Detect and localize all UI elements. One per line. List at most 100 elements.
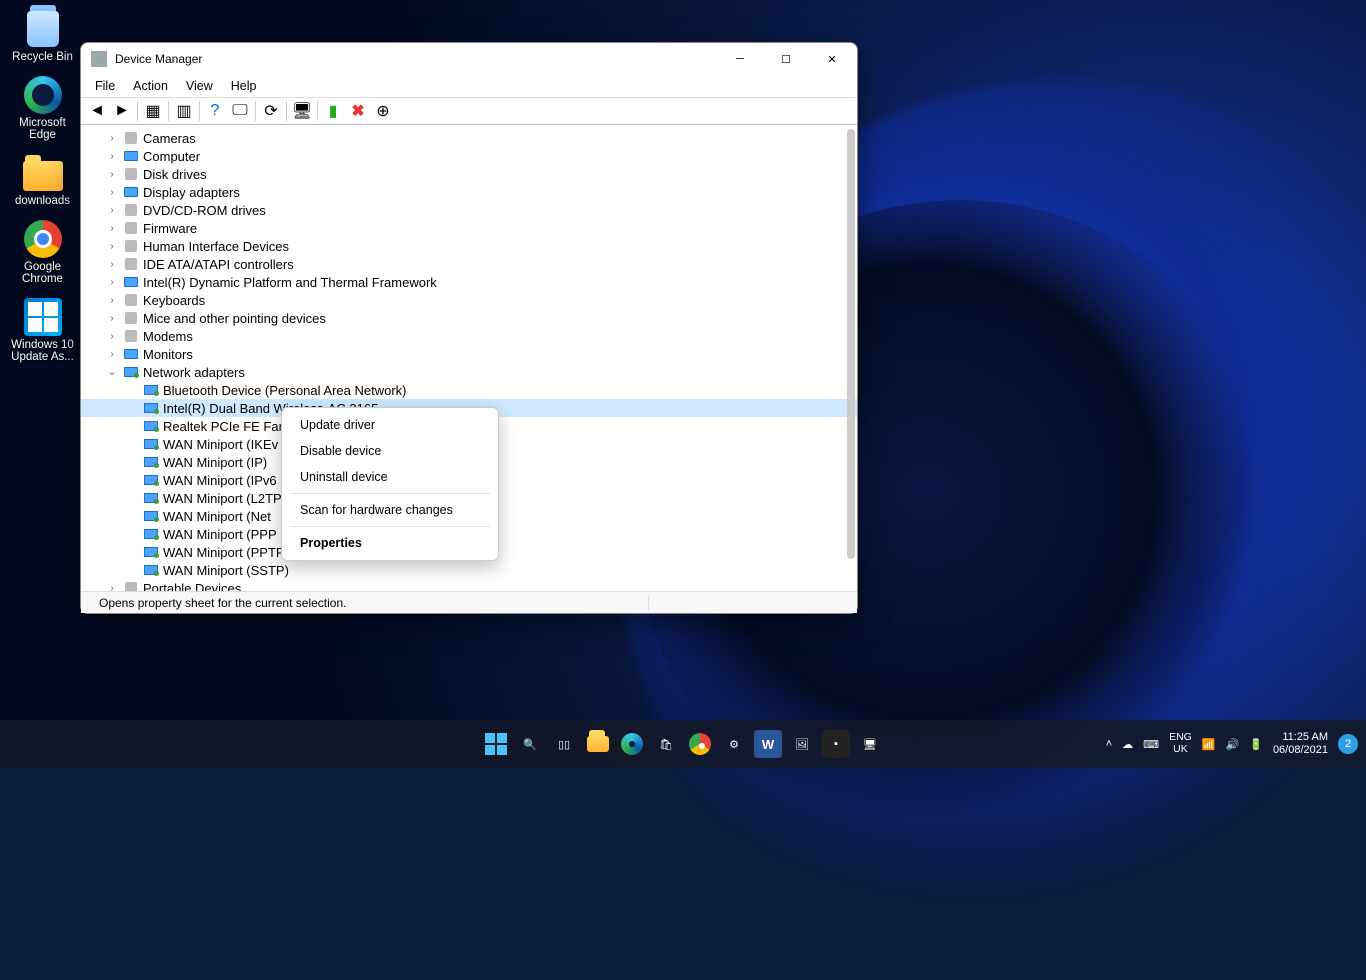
properties-button[interactable]: ▥ <box>172 99 196 123</box>
tree-node-label: WAN Miniport (L2TP <box>163 491 282 506</box>
tray-chevron-icon[interactable]: ˄ <box>1106 738 1112 750</box>
chevron-right-icon[interactable]: › <box>105 223 119 234</box>
terminal-button[interactable]: ▪ <box>822 730 850 758</box>
taskview-button[interactable]: ▯▯ <box>550 730 578 758</box>
desktop-icon-edge[interactable]: Microsoft Edge <box>5 71 80 149</box>
menu-view[interactable]: View <box>178 77 221 95</box>
word-button[interactable]: W <box>754 730 782 758</box>
tree-node[interactable]: › Cameras <box>81 129 857 147</box>
tree-node[interactable]: › Human Interface Devices <box>81 237 857 255</box>
edge-taskbar-button[interactable] <box>618 730 646 758</box>
device-manager-taskbar-button[interactable]: 🖥 <box>856 730 884 758</box>
tree-node[interactable]: ›Computer <box>81 147 857 165</box>
store-button[interactable]: 🛍 <box>652 730 680 758</box>
gen-icon <box>123 131 139 145</box>
start-button[interactable] <box>482 730 510 758</box>
tree-node[interactable]: ›Firmware <box>81 219 857 237</box>
device-tree[interactable]: ›Cameras›Computer›Disk drives›Display ad… <box>81 125 857 591</box>
onedrive-icon[interactable]: ☁ <box>1122 738 1133 751</box>
context-menu-item[interactable]: Update driver <box>282 412 498 438</box>
context-menu-item[interactable]: Scan for hardware changes <box>282 497 498 523</box>
tree-node[interactable]: ›Modems <box>81 327 857 345</box>
explorer-button[interactable] <box>584 730 612 758</box>
tree-child-node[interactable]: WAN Miniport (SSTP) <box>81 561 857 579</box>
close-button[interactable]: ✕ <box>809 43 855 75</box>
context-menu-item[interactable]: Uninstall device <box>282 464 498 490</box>
tree-node-label: Network adapters <box>143 365 245 380</box>
tree-node[interactable]: ›Keyboards <box>81 291 857 309</box>
keyboard-icon[interactable]: ⌨ <box>1143 738 1159 751</box>
chevron-right-icon[interactable]: › <box>105 583 119 592</box>
chrome-taskbar-button[interactable] <box>686 730 714 758</box>
chevron-right-icon[interactable]: › <box>105 277 119 288</box>
help-button[interactable]: ? <box>203 99 227 123</box>
desktop-icon-label: Windows 10 Update As... <box>5 339 80 363</box>
monitor-button[interactable]: 🖵 <box>228 99 252 123</box>
minimize-button[interactable]: ─ <box>717 43 763 75</box>
desktop-icon-chrome[interactable]: Google Chrome <box>5 215 80 293</box>
tree-node-label: Cameras <box>143 131 196 146</box>
tree-node[interactable]: ›Mice and other pointing devices <box>81 309 857 327</box>
clock-time: 11:25 AM <box>1273 731 1328 744</box>
desktop-icon-recycle-bin[interactable]: Recycle Bin <box>5 5 80 71</box>
enable-device-button[interactable]: ▮ <box>321 99 345 123</box>
settings-button[interactable]: ⚙ <box>720 730 748 758</box>
menu-action[interactable]: Action <box>125 77 176 95</box>
chevron-right-icon[interactable]: › <box>105 187 119 198</box>
uninstall-device-button[interactable]: ✖ <box>346 99 370 123</box>
tree-node[interactable]: ⌄ Network adapters <box>81 363 857 381</box>
back-button[interactable]: ◄ <box>85 99 109 123</box>
chevron-right-icon[interactable]: › <box>105 169 119 180</box>
tree-node[interactable]: ›Portable Devices <box>81 579 857 591</box>
tree-node[interactable]: ›Monitors <box>81 345 857 363</box>
device-manager-window: Device Manager ─ ☐ ✕ File Action View He… <box>80 42 858 614</box>
chevron-right-icon[interactable]: › <box>105 313 119 324</box>
wifi-icon[interactable]: 📶 <box>1202 738 1216 751</box>
status-text: Opens property sheet for the current sel… <box>89 596 649 610</box>
desktop-icon-update-assistant[interactable]: Windows 10 Update As... <box>5 293 80 371</box>
context-menu-item[interactable]: Disable device <box>282 438 498 464</box>
titlebar[interactable]: Device Manager ─ ☐ ✕ <box>81 43 857 75</box>
edge-icon <box>23 75 63 115</box>
forward-button[interactable]: ► <box>110 99 134 123</box>
language-indicator[interactable]: ENG UK <box>1169 732 1192 755</box>
scan-hardware-button[interactable]: 🖥 <box>290 99 314 123</box>
maximize-button[interactable]: ☐ <box>763 43 809 75</box>
chevron-right-icon[interactable]: › <box>105 151 119 162</box>
menu-file[interactable]: File <box>87 77 123 95</box>
toolbar-separator <box>317 101 318 121</box>
recycle-bin-icon <box>23 9 63 49</box>
chevron-right-icon[interactable]: › <box>105 295 119 306</box>
menu-help[interactable]: Help <box>223 77 265 95</box>
tree-node[interactable]: ›IDE ATA/ATAPI controllers <box>81 255 857 273</box>
update-driver-button[interactable]: ⟳ <box>259 99 283 123</box>
tree-node-label: Display adapters <box>143 185 240 200</box>
volume-icon[interactable]: 🔊 <box>1226 738 1240 751</box>
tree-node[interactable]: ›DVD/CD-ROM drives <box>81 201 857 219</box>
desktop-icon-downloads[interactable]: downloads <box>5 149 80 215</box>
app-button[interactable]: 🖼 <box>788 730 816 758</box>
chevron-right-icon[interactable]: › <box>105 133 119 144</box>
search-button[interactable]: 🔍 <box>516 730 544 758</box>
context-menu: Update driverDisable deviceUninstall dev… <box>281 407 499 561</box>
scrollbar-thumb[interactable] <box>847 129 855 559</box>
tree-node-label: Human Interface Devices <box>143 239 289 254</box>
chevron-down-icon[interactable]: ⌄ <box>105 367 119 378</box>
chevron-right-icon[interactable]: › <box>105 331 119 342</box>
battery-icon[interactable]: 🔋 <box>1249 738 1263 751</box>
toolbar-separator <box>286 101 287 121</box>
clock[interactable]: 11:25 AM 06/08/2021 <box>1273 731 1328 757</box>
toolbar-separator <box>255 101 256 121</box>
tree-node[interactable]: ›Intel(R) Dynamic Platform and Thermal F… <box>81 273 857 291</box>
tree-node[interactable]: ›Disk drives <box>81 165 857 183</box>
chevron-right-icon[interactable]: › <box>105 349 119 360</box>
tree-child-node[interactable]: Bluetooth Device (Personal Area Network) <box>81 381 857 399</box>
add-legacy-button[interactable]: ⊕ <box>371 99 395 123</box>
context-menu-item[interactable]: Properties <box>282 530 498 556</box>
chevron-right-icon[interactable]: › <box>105 259 119 270</box>
chevron-right-icon[interactable]: › <box>105 205 119 216</box>
chevron-right-icon[interactable]: › <box>105 241 119 252</box>
show-hidden-button[interactable]: ▦ <box>141 99 165 123</box>
tree-node[interactable]: › Display adapters <box>81 183 857 201</box>
notification-badge[interactable]: 2 <box>1338 734 1358 754</box>
